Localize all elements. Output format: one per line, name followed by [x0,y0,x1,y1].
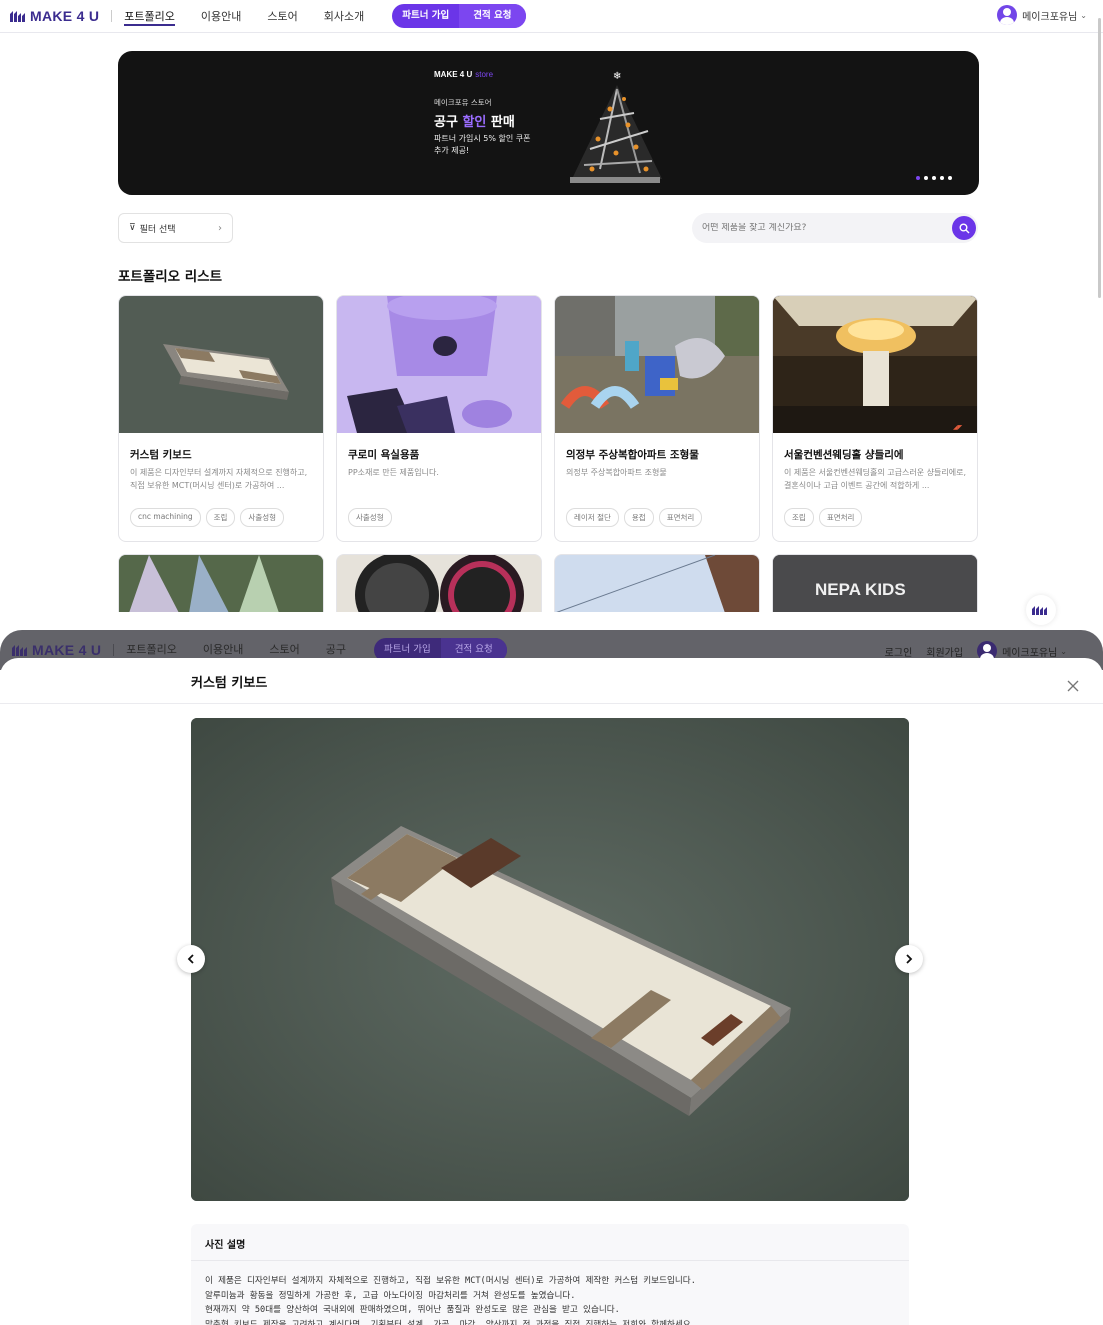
card-desc: 이 제품은 서울컨벤션웨딩홀의 고급스러운 샹들리에로, 결혼식이나 고급 이벤… [784,468,966,490]
logo-text: MAKE 4 U [32,642,102,658]
user-name: 메이크포유님 [1002,647,1058,659]
banner-logo: MAKE 4 Ustore [434,70,494,79]
banner-desc: 파트너 가입시 5% 할인 쿠폰 추가 제공! [434,134,531,155]
page: MAKE 4 U 포트폴리오 이용안내 스토어 회사소개 파트너 가입 견적 요… [0,0,1103,1325]
tag[interactable]: 표면처리 [658,508,703,527]
signup-link: 회원가입 [926,647,964,659]
top-nav: MAKE 4 U 포트폴리오 이용안내 스토어 회사소개 파트너 가입 견적 요… [0,0,1103,33]
nav-guide[interactable]: 이용안내 [201,0,241,33]
portfolio-card[interactable]: ◢◤ 서울컨벤션웨딩홀 샹들리에 이 제품은 서울컨벤션웨딩홀의 고급스러운 샹… [772,295,978,542]
filter-icon: ⊽ [129,223,136,233]
search-bar [692,213,978,243]
divider [111,10,113,22]
photo-description-title: 사진 설명 [205,1240,246,1251]
filter-select-button[interactable]: ⊽ 필터 선택 › [118,213,233,243]
banner-title: 공구 할인 판매 [434,115,515,130]
logo-mark-icon [10,10,25,22]
card-title: 서울컨벤션웨딩홀 샹들리에 [784,449,904,461]
logo-mark-icon [12,644,27,656]
promo-banner[interactable]: MAKE 4 Ustore 메이크포유 스토어 공구 할인 판매 파트너 가입시… [118,51,979,195]
svg-text:❄: ❄ [613,71,621,82]
quote-request-button[interactable]: 견적 요청 [459,4,526,28]
card-title: 쿠로미 욕실용품 [348,449,420,461]
portfolio-card[interactable] [118,554,324,612]
portfolio-detail-modal: 커스텀 키보드 사진 설명 이 제품은 디자인부터 설계까지 자체적으로 진행하… [0,658,1103,1325]
portfolio-card[interactable] [336,554,542,612]
card-image [337,296,541,433]
divider [0,703,1103,704]
card-tags: 사출성형 [348,508,392,527]
tag[interactable]: 사출성형 [240,508,285,527]
portfolio-list-title: 포트폴리오 리스트 [118,269,223,285]
modal-image-carousel[interactable] [191,718,909,1201]
tag[interactable]: 조립 [205,508,236,527]
card-image: ◢◤ [773,296,977,433]
logo-text: MAKE 4 U [30,8,100,24]
close-icon[interactable] [1066,679,1080,693]
user-name: 메이크포유님 [1022,11,1078,23]
user-menu[interactable]: 메이크포유님 ⌄ [997,5,1087,25]
card-desc: 이 제품은 디자인부터 설계까지 자체적으로 진행하고, 직접 보유한 MCT(… [130,468,308,490]
portfolio-card[interactable]: 쿠로미 욕실용품 PP소재로 만든 제품입니다. 사출성형 [336,295,542,542]
next-image-button[interactable] [895,945,923,973]
card-title: 의정부 주상복합아파트 조형물 [566,449,699,461]
nav-portfolio[interactable]: 포트폴리오 [124,0,175,33]
chevron-down-icon: ⌄ [1080,10,1087,20]
card-image [555,296,759,433]
modal-overlay: MAKE 4 U 포트폴리오 이용안내 스토어 공구 파트너 가입 견적 요청 … [0,612,1103,1325]
modal-title: 커스텀 키보드 [191,676,268,691]
partner-signup-button[interactable]: 파트너 가입 [392,4,459,28]
card-title: 커스텀 키보드 [130,449,192,461]
portfolio-card[interactable]: NEPA KIDS [772,554,978,612]
search-input[interactable] [702,223,932,233]
portfolio-card[interactable]: 커스텀 키보드 이 제품은 디자인부터 설계까지 자체적으로 진행하고, 직접 … [118,295,324,542]
chevron-down-icon: ⌄ [1060,646,1067,656]
logo[interactable]: MAKE 4 U [10,8,99,24]
filter-label: 필터 선택 [139,224,176,235]
chevron-right-icon: › [218,222,222,234]
login-link: 로그인 [884,647,913,659]
divider [113,644,115,656]
portfolio-card[interactable]: 의정부 주상복합아파트 조형물 의정부 주상복합아파트 조형물 레이저 절단 용… [554,295,760,542]
prev-image-button[interactable] [177,945,205,973]
card-tags: 조립 표면처리 [784,508,863,527]
card-tags: cnc machining 조립 사출성형 [130,508,285,527]
tag[interactable]: 사출성형 [348,508,392,527]
keyboard-photo [191,718,909,1201]
photo-description-panel: 사진 설명 이 제품은 디자인부터 설계까지 자체적으로 진행하고, 직접 보유… [191,1224,909,1325]
chevron-left-icon [187,954,194,964]
card-image [119,296,323,433]
tag[interactable]: cnc machining [130,508,201,527]
nav-store[interactable]: 스토어 [267,0,297,33]
divider [191,1260,909,1261]
scrollbar[interactable] [1098,18,1101,298]
nav-company[interactable]: 회사소개 [324,0,364,33]
tool-tree-illustration: ❄ [570,71,662,183]
tag[interactable]: 표면처리 [818,508,863,527]
logo: MAKE 4 U [12,642,101,658]
portfolio-card[interactable] [554,554,760,612]
svg-text:◢◤: ◢◤ [953,424,963,431]
banner-subtitle: 메이크포유 스토어 [434,98,492,107]
avatar [997,5,1018,25]
banner-pagination[interactable] [916,176,952,180]
chevron-right-icon [906,954,913,964]
card-tags: 레이저 절단 용접 표면처리 [566,508,703,527]
tag[interactable]: 레이저 절단 [566,508,619,527]
search-icon [959,223,969,233]
search-button[interactable] [952,216,976,240]
card-desc: PP소재로 만든 제품입니다. [348,468,439,477]
tag[interactable]: 용접 [623,508,654,527]
cta-pill-group: 파트너 가입 견적 요청 [392,4,526,28]
photo-description-body: 이 제품은 디자인부터 설계까지 자체적으로 진행하고, 직접 보유한 MCT(… [205,1276,696,1325]
card-sign-text: NEPA KIDS [815,580,906,599]
card-desc: 의정부 주상복합아파트 조형물 [566,468,667,477]
tag[interactable]: 조립 [784,508,814,527]
